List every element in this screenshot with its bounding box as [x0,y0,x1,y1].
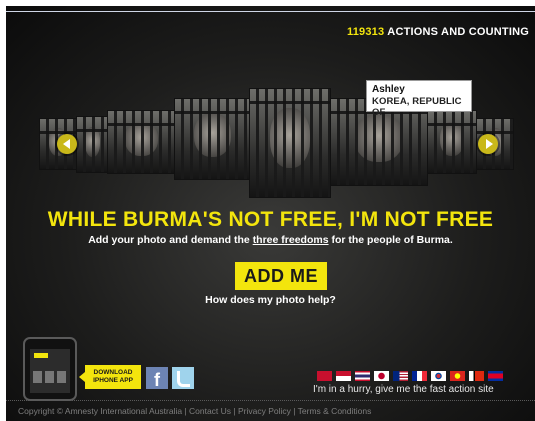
headline: WHILE BURMA'S NOT FREE, I'M NOT FREE [47,208,494,231]
arrow-right-icon[interactable] [478,134,498,154]
photo-tooltip: Ashley KOREA, REPUBLIC OF [366,80,472,118]
download-line-2: IPHONE APP [93,377,133,384]
iphone-icon[interactable] [23,337,77,401]
tooltip-country: KOREA, REPUBLIC OF [372,96,462,118]
photo-thumb[interactable] [76,116,108,173]
tooltip-name: Ashley [372,84,405,95]
arrow-left-icon[interactable] [57,134,77,154]
counter-label: ACTIONS AND COUNTING [387,26,529,38]
subline: Add your photo and demand the three free… [6,234,535,246]
photo-thumb[interactable] [107,110,175,174]
photo-help-link[interactable]: How does my photo help? [6,294,535,306]
flag-icon[interactable] [469,371,484,381]
actions-counter: 119313 ACTIONS AND COUNTING [347,26,529,38]
facebook-icon[interactable]: f [146,367,168,390]
flag-icon[interactable] [336,371,351,381]
add-me-button[interactable]: ADD ME [235,262,327,290]
flag-icon[interactable] [355,371,370,381]
top-divider [6,11,535,12]
twitter-icon[interactable] [172,367,194,389]
flag-icon[interactable] [431,371,446,381]
download-app-button[interactable]: DOWNLOAD IPHONE APP [79,365,141,389]
campaign-banner: 119313 ACTIONS AND COUNTING Ashley KOREA,… [6,6,535,421]
counter-number: 119313 [346,26,385,38]
footer-divider [6,400,535,401]
photo-thumb[interactable] [249,88,331,198]
flag-icon[interactable] [412,371,427,381]
flag-icon[interactable] [317,371,332,381]
flag-icon[interactable] [488,371,503,381]
flag-icon[interactable] [374,371,389,381]
flag-icon[interactable] [450,371,465,381]
three-freedoms-link[interactable]: three freedoms [253,234,329,246]
photo-thumb[interactable] [427,110,477,174]
flag-icon[interactable] [393,371,408,381]
footer-links[interactable]: Copyright © Amnesty International Austra… [18,406,371,416]
download-line-1: DOWNLOAD [93,369,133,376]
page: 119313 ACTIONS AND COUNTING Ashley KOREA,… [0,0,535,421]
subline-before: Add your photo and demand the [88,234,253,246]
subline-after: for the people of Burma. [328,234,453,246]
fast-action-link[interactable]: I'm in a hurry, give me the fast action … [313,384,494,395]
photo-thumb[interactable] [174,98,250,180]
